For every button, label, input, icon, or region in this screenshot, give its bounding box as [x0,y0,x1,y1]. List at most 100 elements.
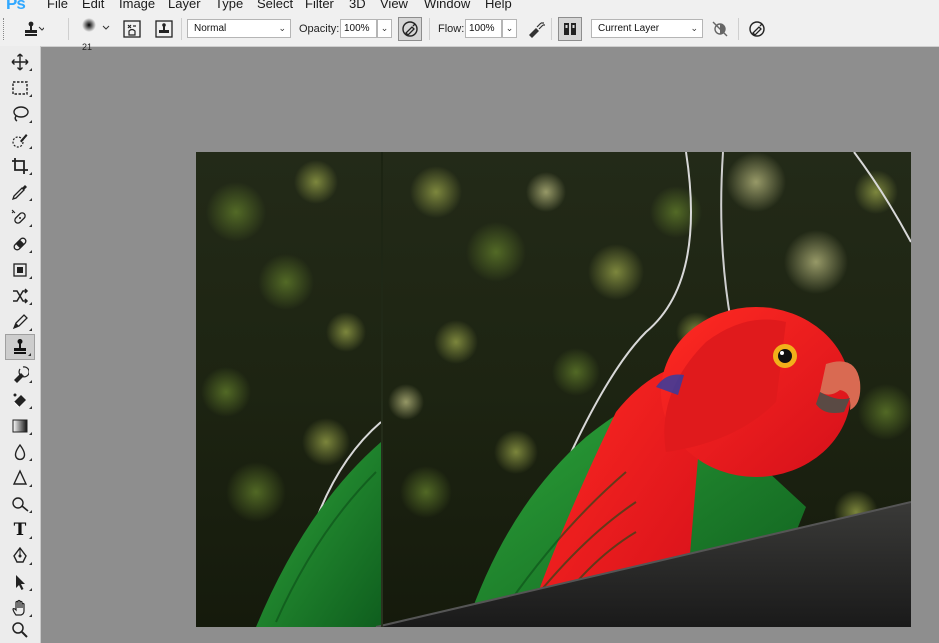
menu-layer[interactable]: Layer [168,0,201,12]
brush-tool[interactable] [5,310,35,334]
blur-icon [14,443,26,461]
options-bar-grip[interactable] [3,18,7,40]
brush-settings-icon [123,20,141,38]
menu-select[interactable]: Select [257,0,293,12]
chevron-down-icon: ⌄ [690,23,698,33]
patch-tool[interactable] [5,258,35,282]
aligned-icon [564,23,576,35]
healing-brush-tool[interactable] [5,232,35,256]
flow-dropdown-button[interactable]: ⌄ [502,19,517,38]
lasso-tool[interactable] [5,102,35,126]
sample-layers-dropdown[interactable]: Current Layer ⌄ [591,19,703,38]
toggle-brush-panel-button[interactable] [120,17,144,41]
clone-stamp-tool[interactable] [5,334,35,360]
chevron-down-icon: ⌄ [380,23,389,33]
zoom-icon [12,622,28,638]
path-selection-tool[interactable] [5,570,35,594]
spot-healing-tool[interactable] [5,206,35,230]
aligned-button[interactable] [558,17,582,41]
opacity-input[interactable]: 100% [340,19,377,38]
separator [738,18,739,40]
marquee-icon [12,81,28,95]
blend-mode-value: Normal [194,23,227,34]
pressure-size-button[interactable] [745,17,769,41]
brush-preset-picker[interactable] [76,17,112,41]
sharpen-tool[interactable] [5,466,35,490]
history-brush-tool[interactable] [5,362,35,386]
lasso-icon [13,106,29,122]
dodge-tool[interactable] [5,492,35,516]
spot-healing-icon [11,209,26,224]
pressure-opacity-button[interactable] [398,17,422,41]
blur-tool[interactable] [5,440,35,464]
hand-tool[interactable] [5,596,35,620]
pen-tool[interactable] [5,544,35,568]
type-icon: T [13,520,27,540]
pen-pressure-size-icon [749,21,765,37]
document-canvas[interactable] [196,152,911,627]
menu-edit[interactable]: Edit [82,0,104,12]
tool-preset-picker[interactable] [22,17,46,41]
menu-filter[interactable]: Filter [305,0,334,12]
separator [551,18,552,40]
airbrush-icon [529,22,545,38]
sample-value: Current Layer [598,23,660,34]
menu-view[interactable]: View [380,0,408,12]
menu-window[interactable]: Window [424,0,470,12]
pen-icon [13,547,27,563]
sharpen-icon [12,469,28,485]
clone-source-icon [155,20,173,38]
history-brush-icon [14,366,29,383]
eyedropper-icon [11,185,27,201]
ignore-adjustment-layers-button[interactable] [708,17,732,41]
brush-icon [12,314,28,330]
airbrush-button[interactable] [524,17,548,41]
ignore-adjustment-icon [712,21,728,37]
pen-pressure-icon [402,21,418,37]
options-bar: 21 Normal ⌄ Opacity: 100% ⌄ Flow: 100% ⌄ [0,12,939,52]
menu-bar: Ps File Edit Image Layer Type Select Fil… [0,0,939,12]
clone-stamp-icon [25,21,44,36]
arrow-icon [16,575,25,590]
dodge-icon [12,497,29,512]
blend-mode-dropdown[interactable]: Normal ⌄ [187,19,291,38]
menu-help[interactable]: Help [485,0,512,12]
move-tool[interactable] [5,50,35,74]
tools-panel: T [0,46,41,643]
separator [429,18,430,40]
flow-label: Flow: [438,23,465,35]
crop-tool[interactable] [5,154,35,178]
rectangular-marquee-tool[interactable] [5,76,35,100]
chevron-down-icon: ⌄ [505,23,514,33]
brush-size-label: 21 [82,42,93,52]
move-icon [11,53,29,71]
zoom-tool[interactable] [5,618,35,642]
opacity-label: Opacity: [299,23,340,35]
gradient-tool[interactable] [5,414,35,438]
menu-file[interactable]: File [47,0,68,12]
content-aware-move-tool[interactable] [5,284,35,308]
menu-3d[interactable]: 3D [349,0,366,12]
eraser-icon [13,393,26,408]
clone-seam [381,152,383,627]
hand-icon [12,599,25,616]
menu-type[interactable]: Type [215,0,243,12]
menu-image[interactable]: Image [119,0,155,12]
crop-icon [12,158,28,174]
gradient-icon [12,419,28,433]
parrot-photo [196,152,911,627]
flow-input[interactable]: 100% [465,19,502,38]
eyedropper-tool[interactable] [5,180,35,204]
quick-selection-icon [12,134,28,148]
brush-tip-icon [82,18,110,32]
type-tool[interactable]: T [5,518,35,542]
quick-selection-tool[interactable] [5,128,35,152]
toggle-clone-source-panel-button[interactable] [152,17,176,41]
patch-icon [13,263,27,277]
photoshop-logo: Ps [6,0,26,12]
opacity-dropdown-button[interactable]: ⌄ [377,19,392,38]
chevron-down-icon: ⌄ [278,23,286,33]
eraser-tool[interactable] [5,388,35,412]
separator [68,18,69,40]
content-aware-move-icon [13,288,29,304]
